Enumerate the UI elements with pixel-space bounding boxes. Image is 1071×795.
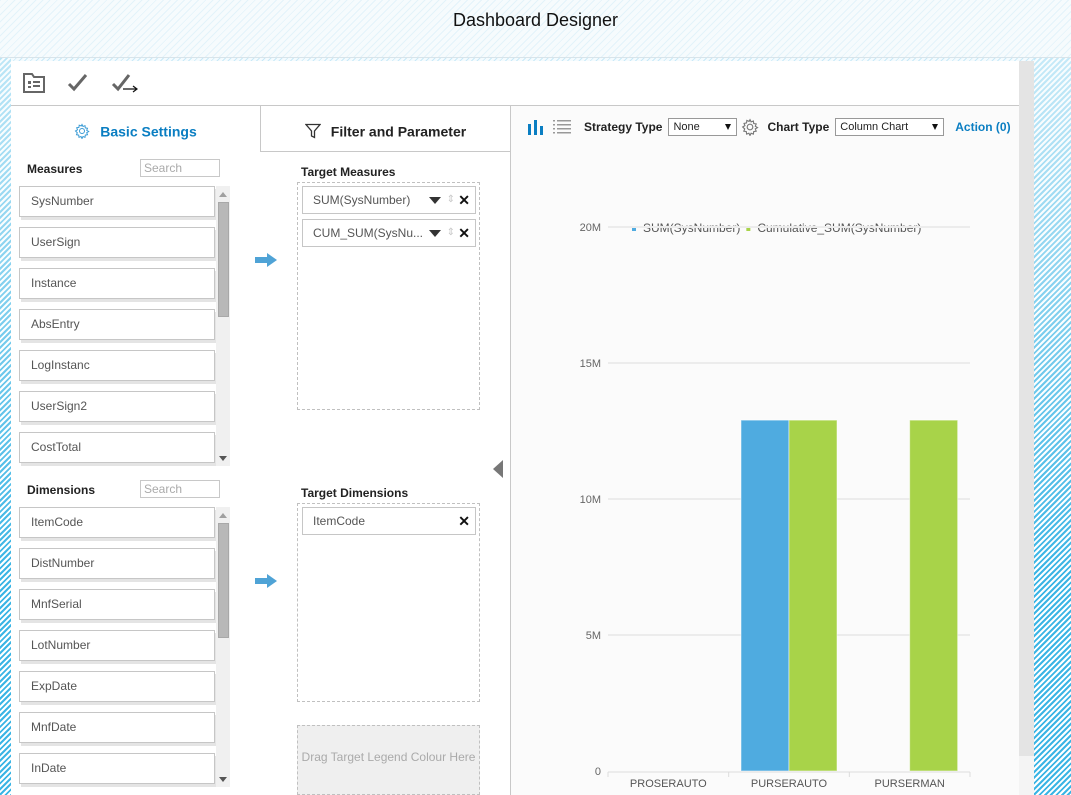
save-check-icon[interactable] [66, 72, 92, 96]
dimension-item[interactable]: ItemCode [19, 507, 215, 538]
target-measure-label: SUM(SysNumber) [313, 193, 411, 207]
measure-item[interactable]: AbsEntry [19, 309, 215, 340]
bar-1 [788, 419, 838, 772]
chart-bars [740, 419, 959, 772]
measures-label: Measures [27, 162, 83, 176]
measure-item[interactable]: UserSign [19, 227, 215, 258]
measures-scrollbar[interactable] [216, 186, 230, 466]
chart-axes: PROSERAUTO PURSERAUTO PURSERMAN [607, 771, 971, 790]
dimension-item[interactable]: ExpDate [19, 671, 215, 702]
target-measures-label: Target Measures [301, 165, 396, 179]
target-measure-label: CUM_SUM(SysNu... [313, 226, 424, 240]
scroll-down-icon[interactable] [219, 777, 227, 782]
measures-list: SysNumber UserSign Instance AbsEntry Log… [19, 186, 231, 466]
dimension-item[interactable]: MnfDate [19, 712, 215, 743]
dimensions-list: ItemCode DistNumber MnfSerial LotNumber … [19, 507, 231, 787]
save-and-exit-icon[interactable] [111, 72, 138, 96]
measure-item[interactable]: LogInstanc [19, 350, 215, 381]
measures-search-input[interactable] [140, 159, 220, 177]
legend-colour-dropzone[interactable]: Drag Target Legend Colour Here [297, 725, 480, 795]
target-dimensions-dropzone[interactable]: ItemCode ✕ [297, 503, 480, 702]
tab-basic-settings[interactable]: Basic Settings [11, 106, 260, 151]
window-title: Dashboard Designer [452, 10, 619, 30]
measure-item[interactable]: CostTotal [19, 432, 215, 463]
sort-icon[interactable]: ⇕ [447, 226, 455, 240]
target-dimensions-label: Target Dimensions [301, 486, 409, 500]
target-measure-chip[interactable]: CUM_SUM(SysNu... ⇕ ✕ [302, 219, 476, 247]
tab-filter-and-parameter[interactable]: Filter and Parameter [260, 106, 510, 152]
dimension-item[interactable]: MnfSerial [19, 589, 215, 620]
designer-panel: Basic Settings Filter and Parameter Meas… [11, 61, 1019, 795]
dimension-item[interactable]: LotNumber [19, 630, 215, 661]
sort-icon[interactable]: ⇕ [447, 193, 455, 207]
chart-panel: Strategy Type None Chart Type Column Cha… [511, 106, 1019, 795]
y-tick-label: 20M [580, 222, 601, 234]
dropdown-icon[interactable] [429, 197, 441, 204]
page-scrollbar-thumb[interactable] [1019, 61, 1034, 756]
tab-basic-settings-label: Basic Settings [100, 123, 197, 140]
target-dimension-label: ItemCode [313, 514, 366, 528]
filter-icon [304, 124, 322, 139]
dimensions-scrollbar[interactable] [216, 507, 230, 787]
collapse-panel-icon[interactable] [493, 460, 503, 478]
y-tick-label: 5M [586, 630, 601, 642]
dimensions-label: Dimensions [27, 483, 96, 497]
scroll-up-icon[interactable] [219, 513, 227, 518]
page-scrollbar[interactable] [1019, 61, 1034, 795]
add-measure-arrow-icon[interactable] [255, 253, 277, 267]
target-measures-dropzone[interactable]: SUM(SysNumber) ⇕ ✕ CUM_SUM(SysNu... ⇕ ✕ [297, 182, 480, 410]
bar-0 [740, 419, 790, 772]
background-decoration-left [0, 58, 11, 795]
x-tick-label: PROSERAUTO [630, 778, 707, 790]
close-icon[interactable]: ✕ [458, 220, 470, 246]
toolbar [11, 61, 1019, 106]
gear-icon [74, 123, 90, 140]
scroll-up-icon[interactable] [219, 192, 227, 197]
close-icon[interactable]: ✕ [458, 187, 470, 213]
dropdown-icon[interactable] [429, 230, 441, 237]
y-tick-label: 0 [595, 766, 601, 778]
column-chart: SUM(SysNumber)Cumulative_SUM(SysNumber) … [580, 221, 971, 790]
dimensions-search-input[interactable] [140, 480, 220, 498]
dimension-item[interactable]: DistNumber [19, 548, 215, 579]
target-dimension-chip[interactable]: ItemCode ✕ [302, 507, 476, 535]
close-icon[interactable]: ✕ [458, 508, 470, 534]
measures-scrollbar-thumb[interactable] [218, 202, 229, 317]
measure-item[interactable]: SysNumber [19, 186, 215, 217]
measure-item[interactable]: Instance [19, 268, 215, 299]
x-tick-label: PURSERMAN [875, 778, 945, 790]
measure-item[interactable]: UserSign2 [19, 391, 215, 422]
bar-1 [909, 419, 959, 772]
y-tick-label: 15M [580, 358, 601, 370]
x-tick-label: PURSERAUTO [751, 778, 828, 790]
dimension-item[interactable]: InDate [19, 753, 215, 784]
tab-filter-label: Filter and Parameter [330, 123, 467, 140]
target-measure-chip[interactable]: SUM(SysNumber) ⇕ ✕ [302, 186, 476, 214]
y-tick-label: 10M [580, 494, 601, 506]
dimensions-scrollbar-thumb[interactable] [218, 523, 229, 638]
add-dimension-arrow-icon[interactable] [255, 574, 277, 588]
scroll-down-icon[interactable] [219, 456, 227, 461]
title-bar: Dashboard Designer [0, 0, 1071, 58]
background-decoration-right [1034, 58, 1071, 795]
layout-icon[interactable] [22, 72, 48, 96]
